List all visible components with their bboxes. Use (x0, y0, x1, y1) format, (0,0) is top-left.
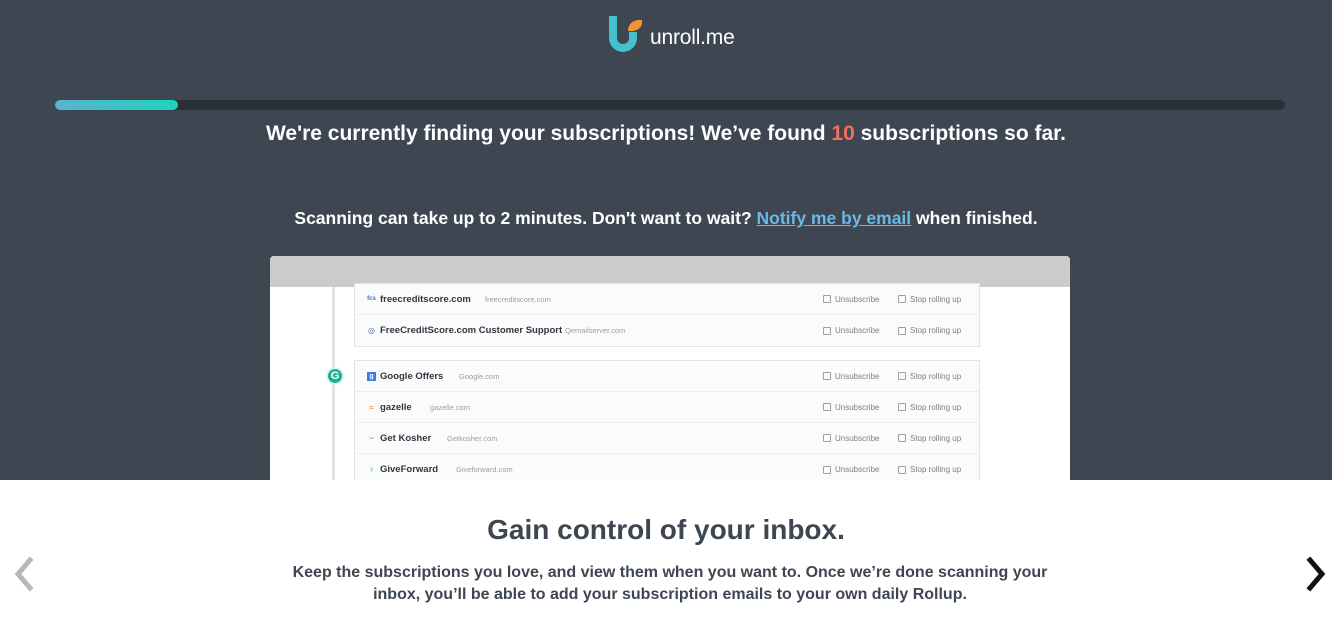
kosher-icon: ⌣ (368, 433, 375, 442)
stop-rollup-label: Stop rolling up (910, 294, 962, 304)
subscription-row: ♀ GiveForward Giveforward.com Unsubscrib… (355, 454, 979, 480)
stop-rollup-label: Stop rolling up (910, 326, 962, 335)
subscription-domain: Getkosher.com (447, 433, 498, 443)
unsubscribe-icon (823, 403, 831, 411)
rollup-icon (898, 434, 906, 442)
unsubscribe-action[interactable]: Unsubscribe (823, 434, 879, 443)
stop-rollup-label: Stop rolling up (910, 465, 962, 474)
stop-rollup-action[interactable]: Stop rolling up (898, 326, 961, 335)
unsubscribe-action[interactable]: Unsubscribe (823, 372, 879, 381)
brand-name: unroll.me (650, 26, 735, 49)
scan-note: Scanning can take up to 2 minutes. Don't… (0, 208, 1332, 229)
scan-note-suffix: when finished. (911, 208, 1038, 228)
subscription-domain: Qemailserver.com (565, 326, 626, 335)
brand-logo[interactable]: unroll.me (606, 14, 735, 56)
subscription-domain: Giveforward.com (456, 465, 513, 474)
subscription-name: Google Offers (380, 370, 444, 382)
subscription-row: g Google Offers Google.com Unsubscribe S… (355, 361, 979, 392)
stop-rollup-label: Stop rolling up (910, 433, 962, 443)
subscription-domain: Google.com (459, 371, 500, 381)
google-icon: g (367, 371, 376, 381)
stop-rollup-action[interactable]: Stop rolling up (898, 434, 961, 443)
stop-rollup-label: Stop rolling up (910, 371, 962, 381)
rollup-icon (898, 295, 906, 303)
stop-rollup-action[interactable]: Stop rolling up (898, 295, 961, 304)
giveforward-icon: ♀ (368, 465, 375, 474)
stop-rollup-action[interactable]: Stop rolling up (898, 465, 961, 474)
unsubscribe-icon (823, 326, 831, 335)
subscription-name: FreeCreditScore.com Customer Support (380, 325, 563, 336)
subscription-name: GiveForward (380, 464, 439, 475)
unsubscribe-label: Unsubscribe (835, 402, 880, 412)
unsubscribe-label: Unsubscribe (835, 326, 880, 335)
subscription-domain: gazelle.com (430, 402, 471, 412)
unsubscribe-label: Unsubscribe (835, 433, 880, 443)
unsubscribe-label: Unsubscribe (835, 465, 880, 474)
subscription-count: 10 (831, 122, 855, 145)
subscription-domain: freecreditscore.com (485, 294, 551, 304)
unsubscribe-icon (823, 465, 831, 474)
promo-body: Keep the subscriptions you love, and vie… (292, 564, 1048, 603)
subscription-group-f: fcs freecreditscore.com freecreditscore.… (354, 283, 980, 347)
rollup-icon (898, 326, 906, 335)
inbox-preview: G fcs freecreditscore.com freecreditscor… (270, 256, 1070, 480)
unsubscribe-action[interactable]: Unsubscribe (823, 295, 879, 304)
status-headline: We're currently finding your subscriptio… (0, 122, 1332, 146)
unsubscribe-icon (823, 434, 831, 442)
group-letter-badge: G (326, 367, 344, 385)
notify-email-link[interactable]: Notify me by email (757, 208, 912, 228)
stop-rollup-action[interactable]: Stop rolling up (898, 403, 961, 412)
subscription-group-g: g Google Offers Google.com Unsubscribe S… (354, 360, 980, 480)
subscription-row: fcs freecreditscore.com freecreditscore.… (355, 284, 979, 315)
unsubscribe-label: Unsubscribe (835, 294, 880, 304)
status-suffix: subscriptions so far. (854, 122, 1067, 145)
subscription-row: ◎ FreeCreditScore.com Customer Support Q… (355, 315, 979, 346)
rollup-icon (898, 403, 906, 411)
scan-progress-bar (55, 100, 1285, 110)
fcs-icon: fcs (367, 296, 376, 302)
support-icon: ◎ (368, 326, 375, 335)
gazelle-icon: ≈ (369, 402, 374, 412)
subscription-row: ⌣ Get Kosher Getkosher.com Unsubscribe S… (355, 423, 979, 454)
chevron-left-icon (14, 556, 34, 592)
status-prefix: We're currently finding your subscriptio… (265, 122, 832, 145)
promo-title: Gain control of your inbox. (487, 514, 845, 545)
unsubscribe-action[interactable]: Unsubscribe (823, 465, 879, 474)
stop-rollup-label: Stop rolling up (910, 402, 962, 412)
prev-slide-button[interactable] (10, 556, 38, 592)
unsubscribe-label: Unsubscribe (835, 371, 880, 381)
unsubscribe-icon (823, 295, 831, 303)
scan-note-prefix: Scanning can take up to 2 minutes. Don't… (294, 208, 757, 228)
subscription-row: ≈ gazelle gazelle.com Unsubscribe Stop r… (355, 392, 979, 423)
rollup-icon (898, 465, 906, 474)
scan-progress-fill (55, 100, 178, 110)
subscription-name: freecreditscore.com (380, 293, 471, 305)
rollup-icon (898, 372, 906, 380)
unsubscribe-action[interactable]: Unsubscribe (823, 403, 879, 412)
chevron-right-icon (1306, 556, 1326, 592)
unsubscribe-action[interactable]: Unsubscribe (823, 326, 879, 335)
scan-panel: unroll.me We're currently finding your s… (0, 0, 1332, 480)
unrollme-logo-icon (609, 16, 643, 52)
subscription-name: Get Kosher (380, 432, 432, 444)
subscription-name: gazelle (380, 401, 412, 413)
next-slide-button[interactable] (1302, 556, 1330, 592)
unsubscribe-icon (823, 372, 831, 380)
stop-rollup-action[interactable]: Stop rolling up (898, 372, 961, 381)
